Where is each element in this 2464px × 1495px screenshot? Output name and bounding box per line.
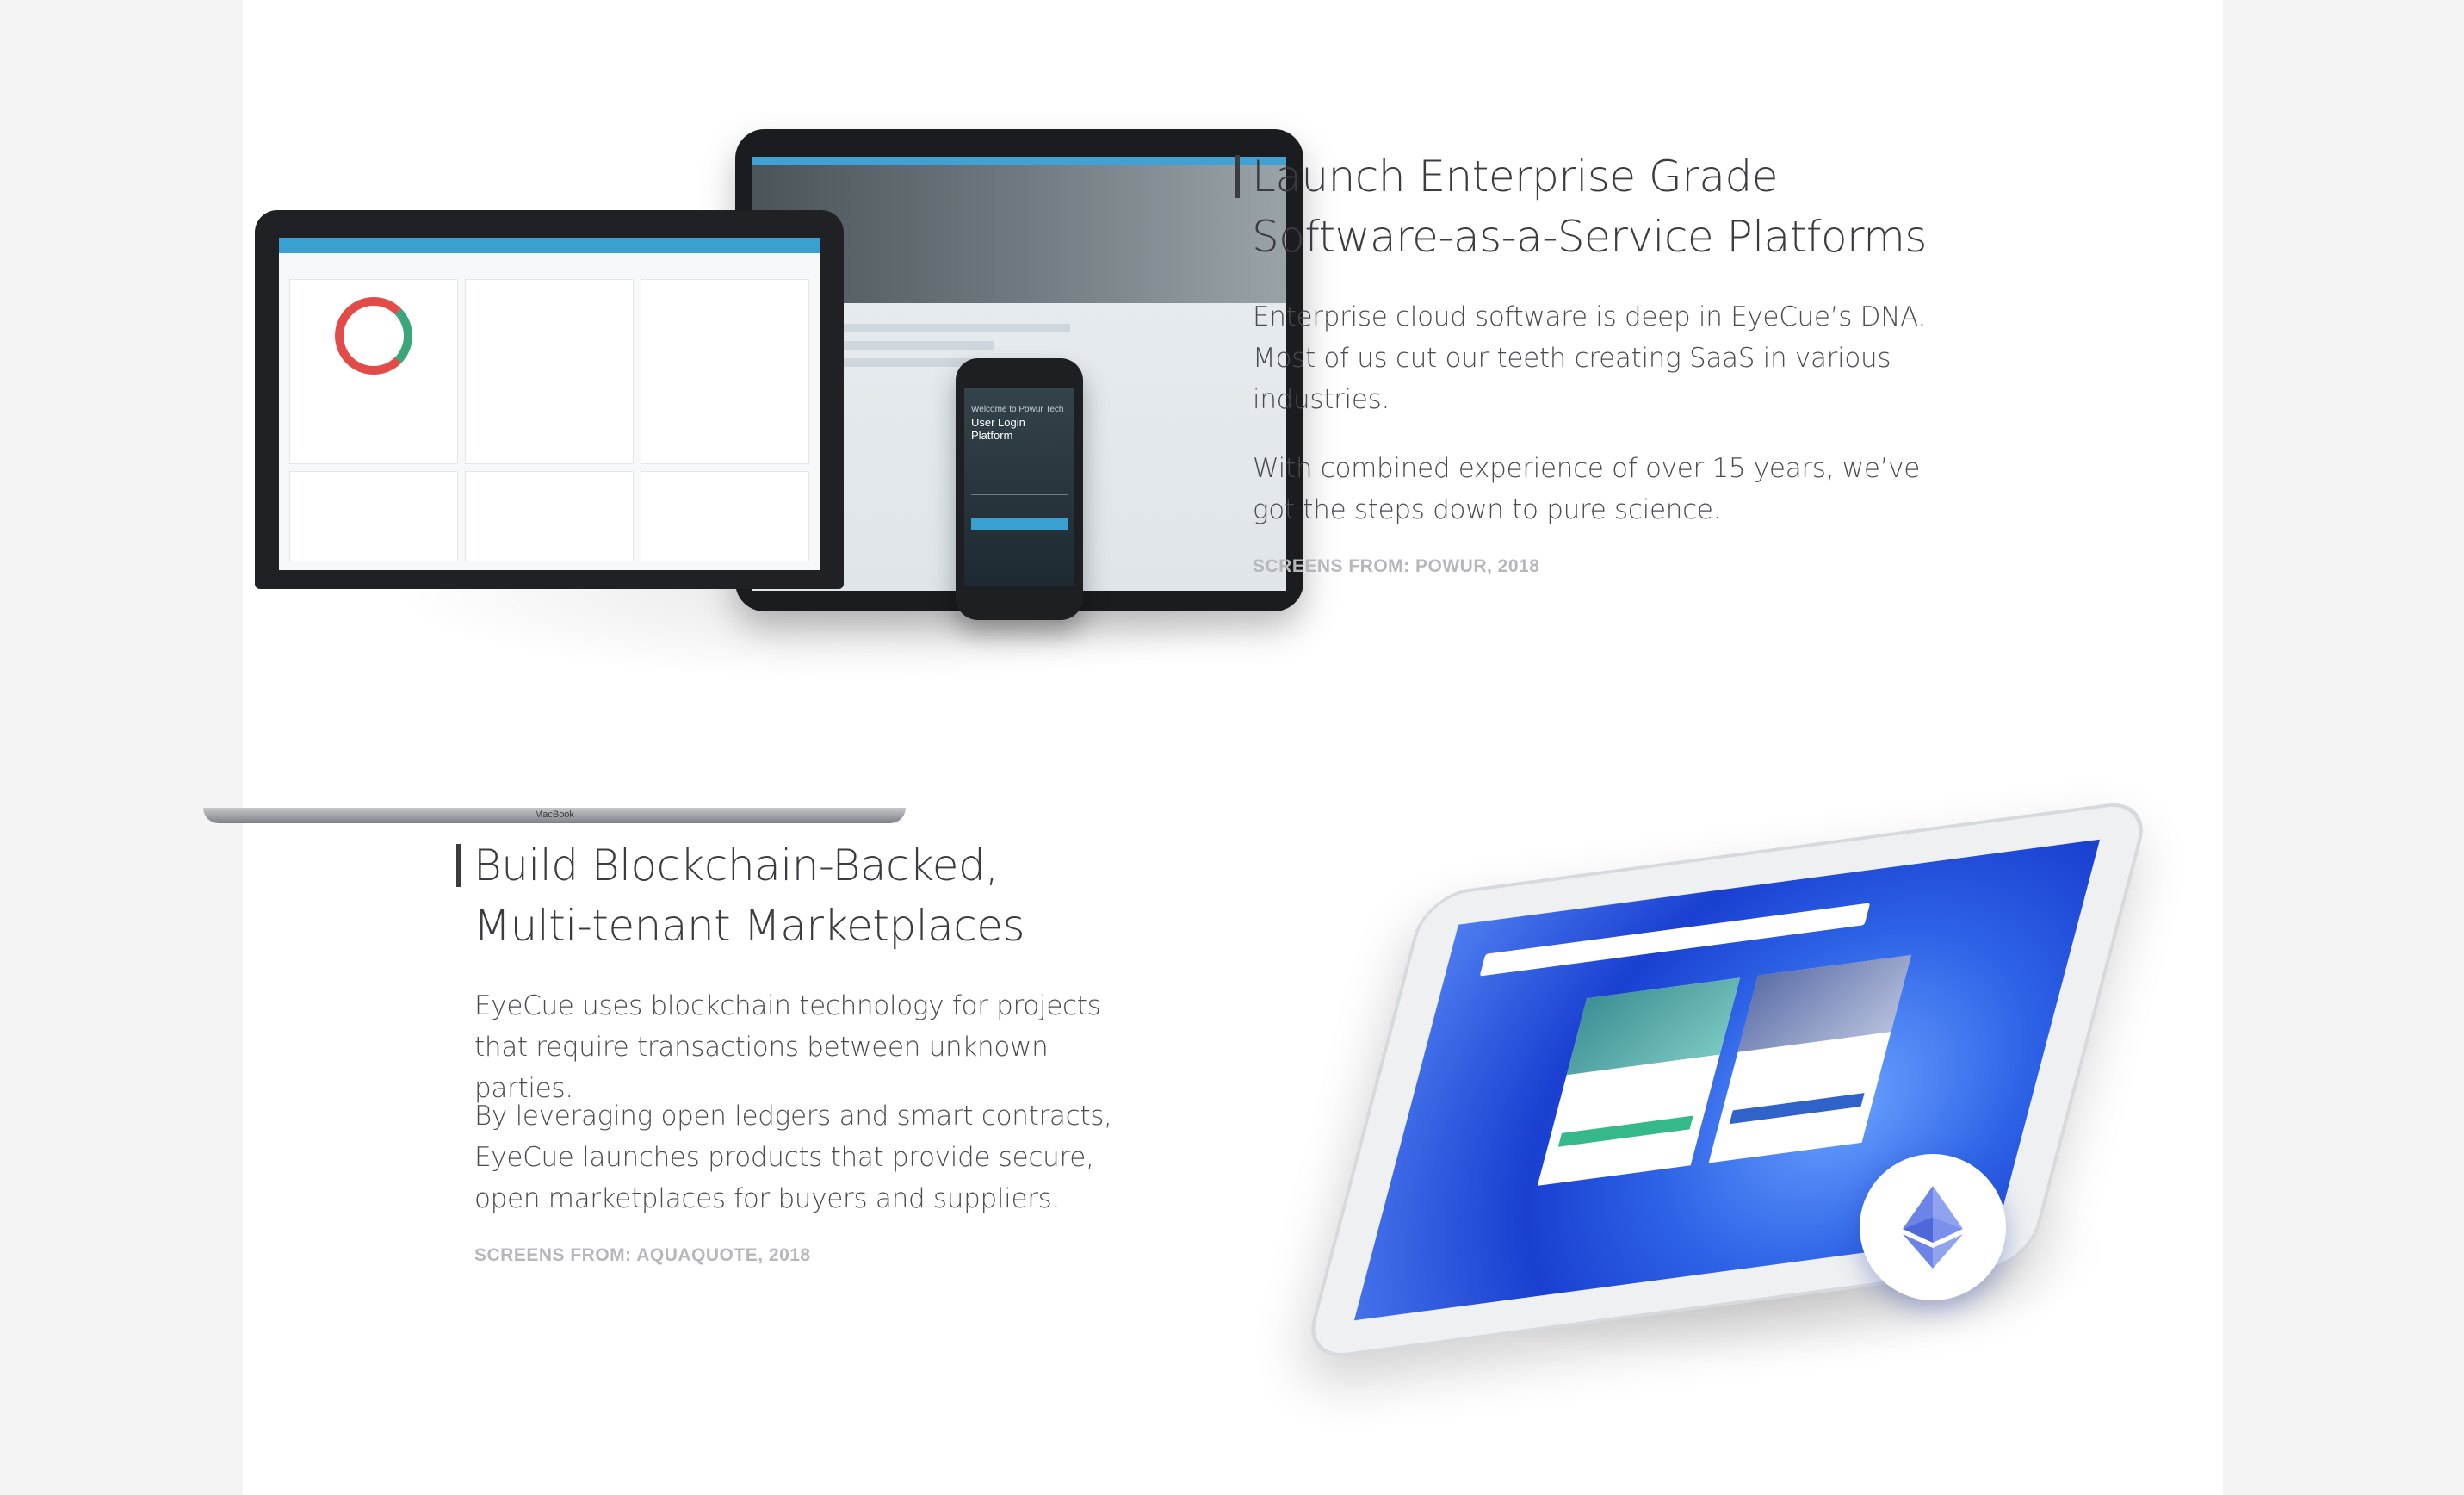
- phone-screen-login: Welcome to Powur Tech User Login Platfor…: [964, 388, 1074, 586]
- blockchain-heading-line2: Multi-tenant Marketplaces: [474, 901, 1025, 951]
- buyers-card: [1537, 977, 1741, 1186]
- dashboard-topbar: [279, 238, 820, 253]
- saas-heading-line1: Launch Enterprise Grade: [1252, 152, 1778, 202]
- suppliers-card-image: [1737, 954, 1911, 1052]
- phone-login-title: User Login Platform: [971, 416, 1025, 442]
- dashboard-card: [289, 279, 458, 464]
- donut-chart-graphic: [335, 297, 412, 375]
- saas-paragraph-1: Enterprise cloud software is deep in Eye…: [1253, 301, 1926, 415]
- dashboard-card: [641, 279, 809, 464]
- laptop-brand-label: MacBook: [535, 810, 574, 820]
- dashboard-card: [465, 471, 634, 561]
- phone-password-field: [971, 494, 1068, 495]
- blockchain-paragraph-2: By leveraging open ledgers and smart con…: [474, 1101, 1112, 1214]
- saas-heading: Launch Enterprise Grade Software-as-a-Se…: [1235, 146, 1927, 267]
- buyers-card-image: [1566, 977, 1741, 1076]
- blockchain-heading-line1: Build Blockchain-Backed,: [474, 841, 999, 890]
- tablet-topbar: [752, 157, 1286, 165]
- phone-login-button: [971, 518, 1068, 530]
- saas-heading-line2: Software-as-a-Service Platforms: [1252, 212, 1927, 262]
- blockchain-heading: Build Blockchain-Backed, Multi-tenant Ma…: [456, 835, 1025, 956]
- saas-paragraph-2: With combined experience of over 15 year…: [1253, 453, 1920, 525]
- laptop-mockup: MacBook: [203, 210, 906, 823]
- blockchain-paragraph-1: EyeCue uses blockchain technology for pr…: [474, 990, 1101, 1104]
- blockchain-screens-credit: SCREENS FROM: AQUAQUOTE, 2018: [474, 1245, 811, 1265]
- ethereum-icon: [1903, 1186, 1963, 1269]
- laptop-screen-dashboard: [279, 238, 820, 570]
- ethereum-badge: [1860, 1154, 2006, 1300]
- buyers-card-button: [1557, 1115, 1693, 1147]
- dashboard-card: [641, 471, 809, 561]
- suppliers-card-button: [1729, 1093, 1865, 1125]
- dashboard-card: [465, 279, 634, 464]
- saas-screens-credit: SCREENS FROM: POWUR, 2018: [1253, 556, 1540, 576]
- ipad-search-bar: [1479, 903, 1871, 977]
- phone-mockup: Welcome to Powur Tech User Login Platfor…: [956, 358, 1083, 620]
- laptop-base: MacBook: [203, 808, 906, 823]
- dashboard-card: [289, 471, 458, 561]
- phone-welcome-text: Welcome to Powur Tech: [971, 405, 1064, 414]
- suppliers-card: [1708, 954, 1911, 1163]
